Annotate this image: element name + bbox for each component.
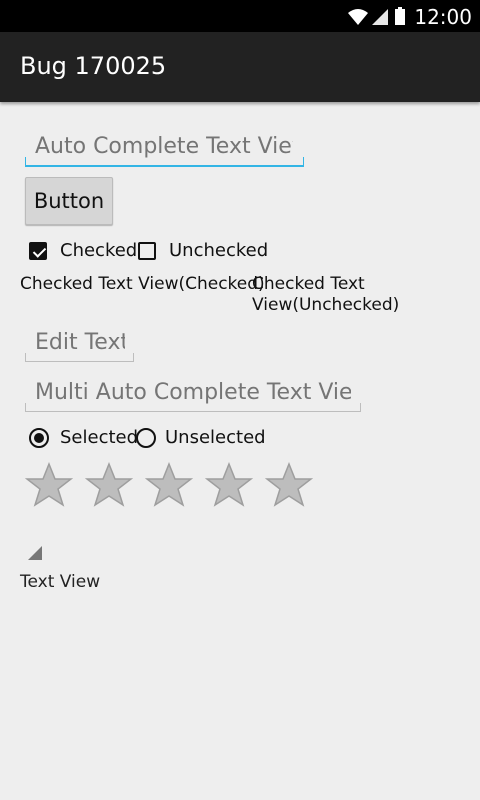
checked-text-view-checked-label: Checked Text View(Checked) [20, 274, 265, 294]
cell-signal-icon [372, 9, 388, 25]
checked-text-view-unchecked[interactable]: Checked Text View(Unchecked) [252, 274, 452, 316]
checked-text-view-unchecked-line2: View(Unchecked) [252, 295, 400, 315]
status-bar: 12:00 [0, 0, 480, 32]
checkbox-unchecked-label: Unchecked [169, 240, 269, 261]
star-icon[interactable] [145, 462, 193, 508]
spinner-dropdown-icon[interactable] [28, 546, 42, 560]
checkbox-checked-label: Checked [60, 240, 138, 261]
battery-icon [395, 7, 405, 25]
checked-text-view-unchecked-line1: Checked Text [252, 274, 365, 294]
action-bar: Bug 170025 [0, 32, 480, 102]
auto-complete-underline [25, 157, 304, 167]
star-icon[interactable] [265, 462, 313, 508]
checkbox-unchecked[interactable]: Unchecked [138, 240, 268, 261]
star-icon[interactable] [85, 462, 133, 508]
checkbox-checked[interactable]: Checked [29, 240, 137, 261]
radio-unselected-label: Unselected [165, 427, 266, 448]
radio-selected-label: Selected [60, 427, 139, 448]
multi-auto-complete-underline [25, 403, 361, 412]
radio-selected[interactable]: Selected [29, 427, 138, 448]
button[interactable]: Button [25, 177, 113, 225]
checkbox-checked-box[interactable] [29, 241, 47, 260]
status-icons-svg [348, 7, 405, 25]
status-icons [346, 6, 408, 26]
radio-unselected[interactable]: Unselected [136, 427, 266, 448]
rating-bar[interactable] [25, 462, 313, 508]
radio-selected-circle[interactable] [29, 427, 49, 448]
text-view: Text View [20, 572, 101, 592]
edit-text-underline [25, 353, 134, 362]
checkbox-unchecked-box[interactable] [138, 241, 156, 260]
radio-unselected-circle[interactable] [136, 427, 156, 448]
wifi-icon [348, 9, 368, 25]
star-icon[interactable] [205, 462, 253, 508]
checked-text-view-checked[interactable]: Checked Text View(Checked) [20, 274, 265, 295]
star-icon[interactable] [25, 462, 73, 508]
app-title: Bug 170025 [20, 52, 167, 80]
status-time: 12:00 [414, 5, 472, 29]
